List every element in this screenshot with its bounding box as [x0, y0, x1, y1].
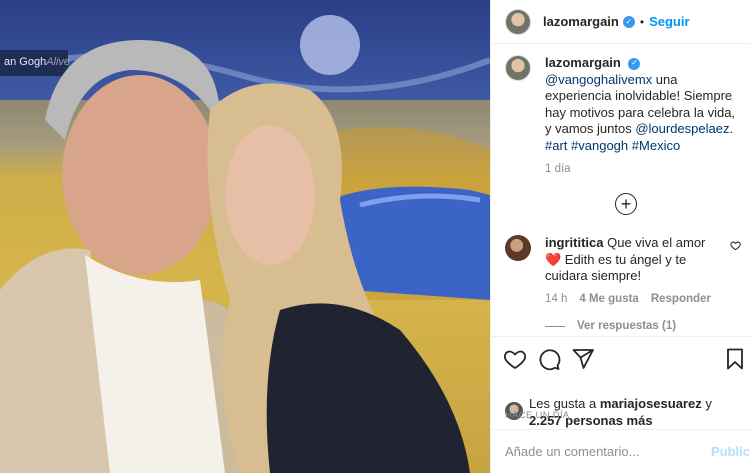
verified-badge-icon: ✓ — [628, 57, 641, 70]
add-comment-bar: Publicar — [491, 429, 750, 473]
post-timestamp[interactable]: HACE UN DÍA — [505, 410, 570, 421]
comment-time: 14 h — [545, 293, 568, 305]
comment-row: ingrititica Que viva el amor❤️ Edith es … — [505, 235, 745, 285]
commenter-username[interactable]: ingrititica — [545, 235, 604, 250]
caption-avatar[interactable] — [505, 55, 531, 81]
view-replies-line — [545, 325, 565, 327]
caption-body-2: . — [729, 121, 734, 136]
header-separator: • — [639, 14, 645, 29]
action-bar — [491, 336, 750, 380]
comment-meta: 14 h 4 Me gusta Responder — [545, 293, 711, 305]
view-replies-button[interactable]: Ver respuestas (1) — [545, 320, 676, 332]
caption-text: lazomargain ✓ @vangoghalivemx una experi… — [545, 55, 737, 154]
liker-username[interactable]: mariajosesuarez — [600, 396, 702, 411]
comment-text: ingrititica Que viva el amor❤️ Edith es … — [545, 235, 715, 285]
follow-button[interactable]: Seguir — [649, 14, 689, 29]
likes-prefix: Les gusta a — [529, 396, 600, 411]
comment-like-icon[interactable] — [730, 240, 741, 251]
post-comment-button[interactable]: Publicar — [711, 444, 750, 459]
hashtag-vangogh[interactable]: #vangogh — [571, 138, 628, 153]
caption-time: 1 día — [545, 163, 571, 175]
caption: lazomargain ✓ @vangoghalivemx una experi… — [491, 55, 750, 154]
post-panel: lazomargain ✓ • Seguir lazomargain ✓ @va… — [490, 0, 750, 473]
post-photo[interactable]: an GoghAlive — [0, 0, 490, 473]
sign-suffix: Alive — [46, 56, 71, 68]
author-avatar[interactable] — [505, 8, 531, 35]
caption-username[interactable]: lazomargain — [545, 55, 621, 70]
photo-scene — [0, 15, 490, 473]
save-bookmark-icon[interactable] — [723, 347, 747, 371]
comment-bubble-icon[interactable] — [537, 347, 561, 371]
post-header: lazomargain ✓ • Seguir — [491, 0, 750, 44]
sign-label: an Gogh — [4, 56, 47, 68]
load-more-comments-icon[interactable]: + — [615, 193, 637, 215]
share-send-icon[interactable] — [571, 347, 595, 371]
likes-mid: y — [701, 396, 712, 411]
comments-area[interactable]: lazomargain ✓ @vangoghalivemx una experi… — [491, 55, 750, 340]
comment-likes[interactable]: 4 Me gusta — [579, 293, 638, 305]
like-heart-icon[interactable] — [503, 347, 527, 371]
mention-link[interactable]: @vangoghalivemx — [545, 72, 652, 87]
sign-text: an GoghAlive — [4, 56, 70, 68]
comment-input[interactable] — [505, 444, 695, 459]
hashtag-mexico[interactable]: #Mexico — [632, 138, 680, 153]
verified-badge-icon: ✓ — [622, 15, 635, 28]
author-username[interactable]: lazomargain — [543, 14, 619, 29]
reply-button[interactable]: Responder — [651, 293, 711, 305]
hashtag-art[interactable]: #art — [545, 138, 567, 153]
commenter-avatar[interactable] — [505, 235, 531, 261]
view-replies-label: Ver respuestas (1) — [577, 320, 677, 332]
mention-link-2[interactable]: @lourdespelaez — [635, 121, 729, 136]
